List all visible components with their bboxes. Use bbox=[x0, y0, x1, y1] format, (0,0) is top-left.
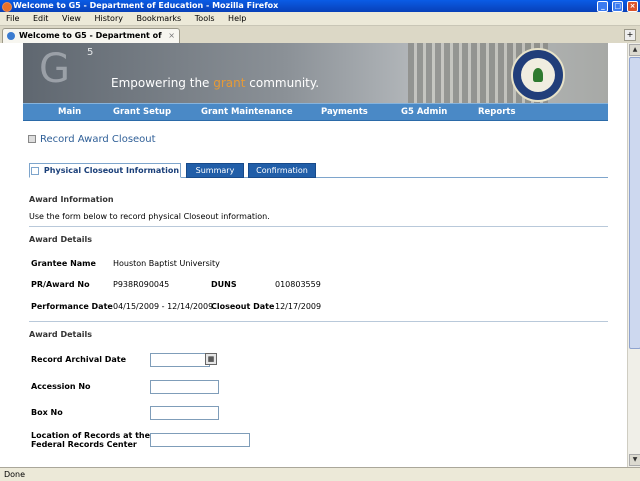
browser-tab-bar: Welcome to G5 - Department of Educ... × … bbox=[0, 26, 640, 54]
menu-help[interactable]: Help bbox=[228, 14, 246, 23]
page-content: G 5 Empowering the grant community. Main… bbox=[23, 43, 608, 467]
tab-summary[interactable]: Summary bbox=[186, 163, 244, 178]
window-titlebar: Welcome to G5 - Department of Education … bbox=[0, 0, 640, 12]
form-heading: Award Details bbox=[29, 330, 92, 339]
menu-tools[interactable]: Tools bbox=[195, 14, 215, 23]
record-archival-date-input[interactable] bbox=[150, 353, 210, 367]
closeout-tabs: Physical Closeout Information Summary Co… bbox=[29, 163, 608, 178]
firefox-icon bbox=[2, 2, 12, 12]
performance-date-value: 04/15/2009 - 12/14/2009 bbox=[113, 302, 214, 311]
record-archival-date-label: Record Archival Date bbox=[31, 355, 127, 364]
closeout-date-value: 12/17/2009 bbox=[275, 302, 322, 311]
performance-date-label: Performance Date bbox=[31, 302, 113, 311]
box-no-input[interactable] bbox=[150, 406, 219, 420]
department-seal-icon bbox=[511, 48, 565, 102]
seal-inner bbox=[521, 58, 555, 92]
tagline-start: Empowering the bbox=[111, 76, 214, 90]
vertical-scrollbar[interactable]: ▲ ▼ bbox=[627, 43, 640, 467]
pr-award-label: PR/Award No bbox=[31, 280, 90, 289]
page-favicon-icon bbox=[7, 32, 15, 40]
page-viewport: G 5 Empowering the grant community. Main… bbox=[0, 43, 628, 467]
divider bbox=[29, 226, 608, 227]
new-tab-button[interactable]: + bbox=[624, 29, 636, 41]
nav-grant-setup[interactable]: Grant Setup bbox=[113, 104, 171, 120]
award-information-description: Use the form below to record physical Cl… bbox=[29, 212, 270, 221]
browser-tab[interactable]: Welcome to G5 - Department of Educ... × bbox=[2, 28, 180, 54]
g5-logo-number: 5 bbox=[87, 47, 94, 58]
nav-reports[interactable]: Reports bbox=[478, 104, 516, 120]
scroll-up-icon[interactable]: ▲ bbox=[629, 44, 640, 56]
tab-indicator-icon bbox=[30, 166, 39, 175]
tab-physical-closeout[interactable]: Physical Closeout Information bbox=[29, 163, 181, 178]
tagline-accent: grant bbox=[213, 76, 246, 90]
banner-tagline: Empowering the grant community. bbox=[111, 76, 319, 90]
divider bbox=[29, 321, 608, 322]
accession-no-label: Accession No bbox=[31, 382, 91, 391]
award-details-heading: Award Details bbox=[29, 235, 92, 244]
nav-g5-admin[interactable]: G5 Admin bbox=[401, 104, 447, 120]
page-title-text: Record Award Closeout bbox=[40, 134, 156, 145]
tagline-end: community. bbox=[245, 76, 320, 90]
box-no-label: Box No bbox=[31, 408, 63, 417]
federal-records-center-label: Federal Records Center bbox=[31, 440, 137, 449]
tab-close-icon[interactable]: × bbox=[168, 29, 175, 43]
accession-no-input[interactable] bbox=[150, 380, 219, 394]
duns-value: 010803559 bbox=[275, 280, 321, 289]
main-nav: Main Grant Setup Grant Maintenance Payme… bbox=[23, 103, 608, 121]
header-banner: G 5 Empowering the grant community. bbox=[23, 43, 608, 103]
window-title: Welcome to G5 - Department of Education … bbox=[13, 1, 279, 10]
menu-bar: File Edit View History Bookmarks Tools H… bbox=[0, 12, 640, 26]
menu-history[interactable]: History bbox=[95, 14, 123, 23]
calendar-icon[interactable]: ▦ bbox=[205, 353, 217, 365]
grantee-name-value: Houston Baptist University bbox=[113, 259, 220, 268]
menu-edit[interactable]: Edit bbox=[33, 14, 49, 23]
award-information-heading: Award Information bbox=[29, 195, 114, 204]
scroll-thumb[interactable] bbox=[629, 57, 640, 349]
status-text: Done bbox=[4, 470, 26, 479]
g5-logo-letter: G bbox=[39, 46, 70, 92]
seal-tree-icon bbox=[533, 68, 543, 82]
pr-award-value: P938R090045 bbox=[113, 280, 170, 289]
duns-label: DUNS bbox=[211, 280, 237, 289]
tab-confirmation[interactable]: Confirmation bbox=[248, 163, 316, 178]
closeout-date-label: Closeout Date bbox=[211, 302, 275, 311]
menu-view[interactable]: View bbox=[62, 14, 81, 23]
page-title-icon bbox=[28, 135, 36, 143]
minimize-button[interactable]: _ bbox=[597, 1, 609, 12]
nav-grant-maintenance[interactable]: Grant Maintenance bbox=[201, 104, 293, 120]
status-bar: Done bbox=[0, 467, 640, 481]
location-of-records-label: Location of Records at the bbox=[31, 431, 151, 440]
scroll-down-icon[interactable]: ▼ bbox=[629, 454, 640, 466]
maximize-button[interactable]: □ bbox=[612, 1, 624, 12]
close-button[interactable]: × bbox=[627, 1, 638, 12]
menu-bookmarks[interactable]: Bookmarks bbox=[137, 14, 182, 23]
menu-file[interactable]: File bbox=[6, 14, 19, 23]
tab-physical-closeout-label: Physical Closeout Information bbox=[43, 166, 180, 175]
page-title: Record Award Closeout bbox=[28, 134, 156, 145]
nav-main[interactable]: Main bbox=[58, 104, 81, 120]
nav-payments[interactable]: Payments bbox=[321, 104, 368, 120]
grantee-name-label: Grantee Name bbox=[31, 259, 96, 268]
location-of-records-input[interactable] bbox=[150, 433, 250, 447]
